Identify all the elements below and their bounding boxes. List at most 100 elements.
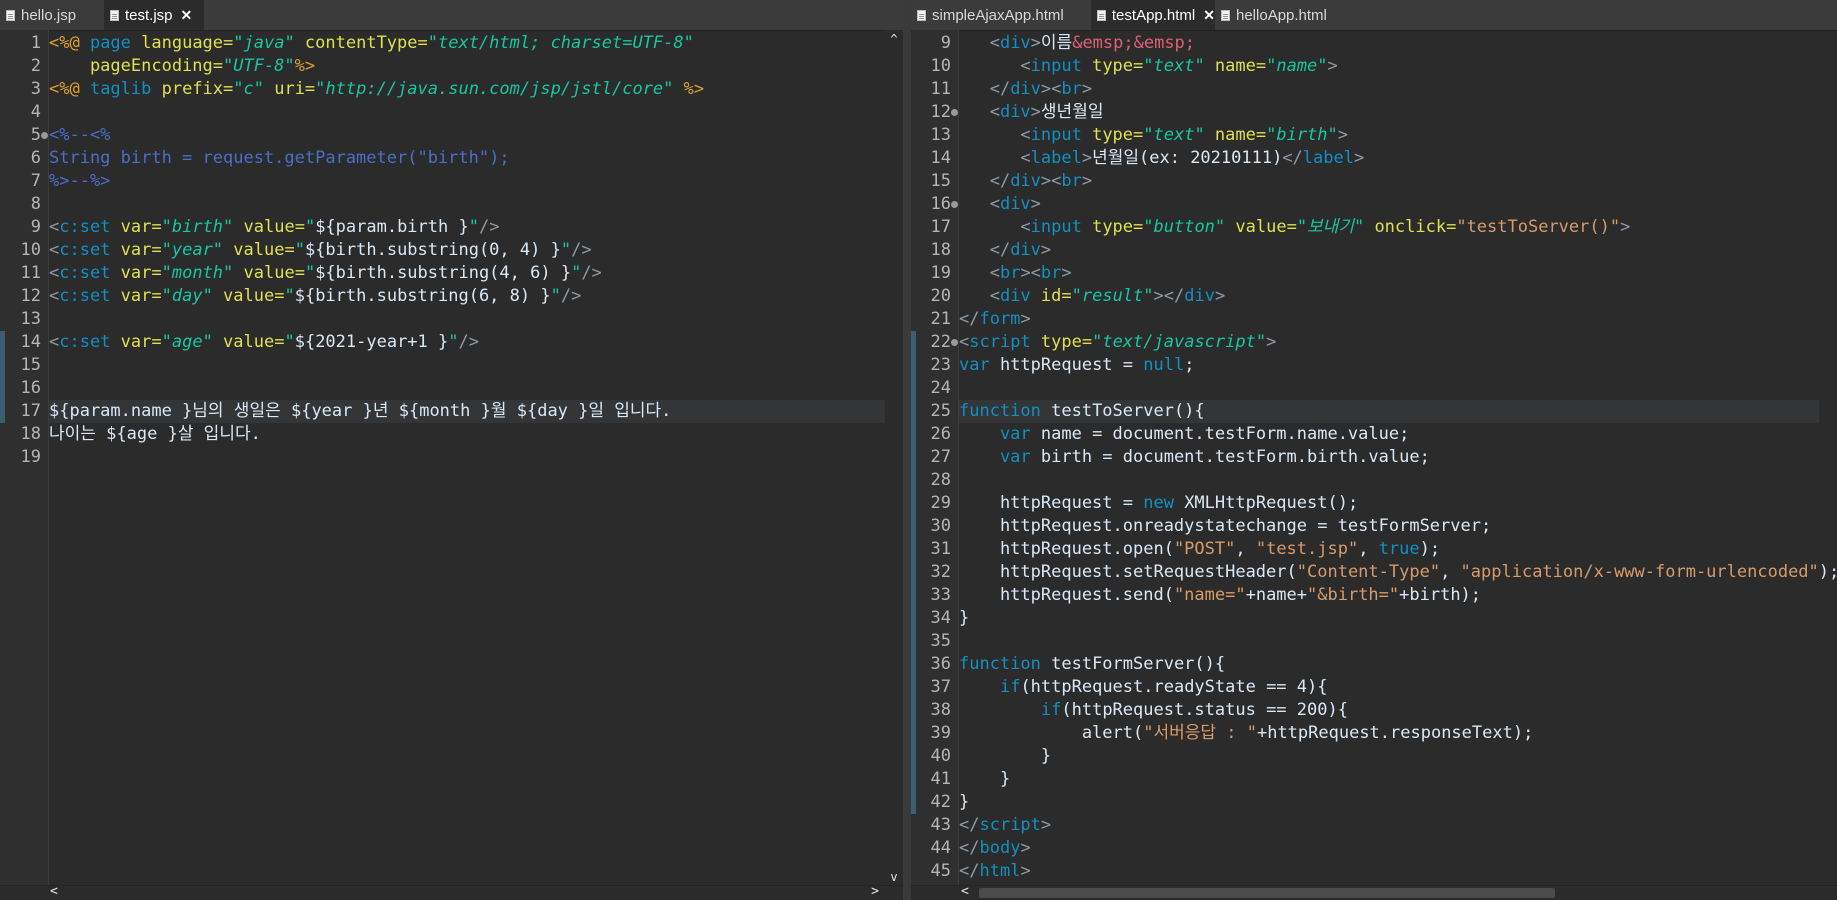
left-horizontal-scrollbar[interactable]: < >	[0, 884, 903, 900]
close-tab-icon[interactable]: ✕	[1203, 7, 1215, 24]
right-code-area[interactable]: <div>이름&emsp;&emsp; <input type="text" n…	[959, 30, 1837, 886]
code-line[interactable]: <input type="button" value="보내기" onclick…	[959, 216, 1819, 239]
editor-tab[interactable]: testApp.html ✕	[1091, 0, 1215, 30]
fold-marker-icon[interactable]	[951, 201, 958, 208]
code-line[interactable]: var birth = document.testForm.birth.valu…	[959, 446, 1819, 469]
editor-tab[interactable]: hello.jsp	[0, 0, 104, 30]
line-number: 21	[930, 309, 951, 329]
code-token: taglib	[89, 79, 162, 99]
code-line[interactable]: </script>	[959, 814, 1819, 837]
code-line[interactable]: httpRequest.open("POST", "test.jsp", tru…	[959, 538, 1819, 561]
code-line[interactable]: </div>	[959, 239, 1819, 262]
code-token: %>--%>	[49, 171, 111, 191]
code-line[interactable]: %>--%>	[49, 170, 885, 193]
scroll-up-arrow-icon[interactable]: ^	[885, 32, 903, 46]
code-line[interactable]: <%@ taglib prefix="c" uri="http://java.s…	[49, 78, 885, 101]
scroll-right-arrow-icon[interactable]: >	[871, 884, 879, 899]
code-line[interactable]: <%--<%	[49, 124, 885, 147]
code-line[interactable]: alert("서버응답 : "+httpRequest.responseText…	[959, 722, 1819, 745]
code-line[interactable]: if(httpRequest.status == 200){	[959, 699, 1819, 722]
code-line[interactable]: function testToServer(){	[959, 400, 1819, 423]
code-line[interactable]: <input type="text" name="birth">	[959, 124, 1819, 147]
code-line[interactable]: <%@ page language="java" contentType="te…	[49, 32, 885, 55]
code-token: </	[959, 861, 980, 881]
code-line[interactable]: <br><br>	[959, 262, 1819, 285]
code-line[interactable]: }	[959, 607, 1819, 630]
code-line[interactable]: }	[959, 791, 1819, 814]
fold-marker-icon[interactable]	[951, 109, 958, 116]
left-editor[interactable]: 1 2 3 4 5 6 7 8 9 10 11 12 13 14 15 16 17 18 19 <%@ page l…	[0, 30, 903, 886]
code-line[interactable]: </html>	[959, 860, 1819, 883]
code-line[interactable]: }	[959, 768, 1819, 791]
code-line[interactable]: </body>	[959, 837, 1819, 860]
close-tab-icon[interactable]: ✕	[181, 7, 193, 24]
code-line[interactable]: }	[959, 745, 1819, 768]
code-line[interactable]: httpRequest = new XMLHttpRequest();	[959, 492, 1819, 515]
code-line[interactable]: httpRequest.send("name="+name+"&birth="+…	[959, 584, 1819, 607]
code-line[interactable]: <c:set var="year" value="${birth.substri…	[49, 239, 885, 262]
code-line[interactable]	[49, 193, 885, 216]
change-marker	[911, 538, 916, 561]
code-line[interactable]: </div><br>	[959, 78, 1819, 101]
code-line[interactable]	[49, 308, 885, 331]
right-horizontal-scrollbar[interactable]: <	[911, 884, 1837, 900]
line-number: 3	[30, 79, 41, 99]
code-line[interactable]: <input type="text" name="name">	[959, 55, 1819, 78]
code-token: "testToServer()"	[1456, 217, 1621, 237]
code-line[interactable]: 나이는 ${age }살 입니다.	[49, 423, 885, 446]
code-token: div	[1010, 171, 1041, 191]
fold-marker-icon[interactable]	[41, 132, 48, 139]
change-marker	[911, 400, 916, 423]
fold-marker-icon[interactable]	[951, 339, 958, 346]
code-line[interactable]: var name = document.testForm.name.value;	[959, 423, 1819, 446]
code-line[interactable]: httpRequest.setRequestHeader("Content-Ty…	[959, 561, 1837, 584]
code-token: type=	[1040, 332, 1093, 352]
code-line[interactable]	[49, 446, 885, 469]
code-line[interactable]: function testFormServer(){	[959, 653, 1819, 676]
editor-tab[interactable]: simpleAjaxApp.html	[911, 0, 1091, 30]
code-line[interactable]: ${param.name }님의 생일은 ${year }년 ${month }…	[49, 400, 885, 423]
right-editor-pane: simpleAjaxApp.html testApp.html ✕ helloApp.…	[911, 0, 1837, 900]
editor-tab[interactable]: test.jsp ✕	[104, 0, 204, 30]
code-token: "	[550, 286, 561, 306]
code-line[interactable]: if(httpRequest.readyState == 4){	[959, 676, 1819, 699]
code-line[interactable]: </div><br>	[959, 170, 1819, 193]
code-line[interactable]: <div>이름&emsp;&emsp;	[959, 32, 1819, 55]
code-line[interactable]	[49, 101, 885, 124]
code-line[interactable]	[959, 377, 1819, 400]
code-line[interactable]: <c:set var="age" value="${2021-year+1 }"…	[49, 331, 885, 354]
left-vertical-scrollbar[interactable]: ^ v	[885, 30, 903, 886]
code-line[interactable]: pageEncoding="UTF-8"%>	[49, 55, 885, 78]
code-line[interactable]	[49, 377, 885, 400]
code-line[interactable]	[49, 354, 885, 377]
left-code-area[interactable]: <%@ page language="java" contentType="te…	[49, 30, 885, 886]
code-line[interactable]: httpRequest.onreadystatechange = testFor…	[959, 515, 1819, 538]
code-token: ></	[1153, 286, 1185, 306]
code-line[interactable]: <label>년월일(ex: 20210111)</label>	[959, 147, 1819, 170]
code-token: ${param.birth }	[315, 217, 469, 237]
code-line[interactable]: <script type="text/javascript">	[959, 331, 1819, 354]
code-line[interactable]: var httpRequest = null;	[959, 354, 1819, 377]
code-line[interactable]: <div>	[959, 193, 1819, 216]
code-line[interactable]: <c:set var="day" value="${birth.substrin…	[49, 285, 885, 308]
code-line[interactable]	[959, 469, 1819, 492]
scroll-left-arrow-icon[interactable]: <	[961, 884, 969, 899]
scrollbar-thumb[interactable]	[979, 888, 1555, 898]
code-line[interactable]	[959, 630, 1819, 653]
code-line[interactable]: <c:set var="birth" value="${param.birth …	[49, 216, 885, 239]
scroll-down-arrow-icon[interactable]: v	[885, 870, 903, 884]
scroll-left-arrow-icon[interactable]: <	[50, 884, 58, 899]
change-marker	[911, 676, 916, 699]
editor-tab[interactable]: helloApp.html	[1215, 0, 1345, 30]
right-editor[interactable]: 9 10 11 12 13 14 15 16 17 18 19 20 21 22 23 24 25 26 27 28 2…	[911, 30, 1837, 886]
code-line[interactable]: </form>	[959, 308, 1819, 331]
pane-divider[interactable]	[903, 0, 911, 900]
change-marker	[911, 607, 916, 630]
code-line[interactable]: <c:set var="month" value="${birth.substr…	[49, 262, 885, 285]
code-line[interactable]: <div>생년월일	[959, 101, 1819, 124]
code-line[interactable]: String birth = request.getParameter("bir…	[49, 147, 885, 170]
line-number: 33	[930, 585, 951, 605]
code-token: "name="	[1173, 585, 1246, 605]
code-line[interactable]: <div id="result"></div>	[959, 285, 1819, 308]
code-token: "c"	[233, 79, 264, 99]
